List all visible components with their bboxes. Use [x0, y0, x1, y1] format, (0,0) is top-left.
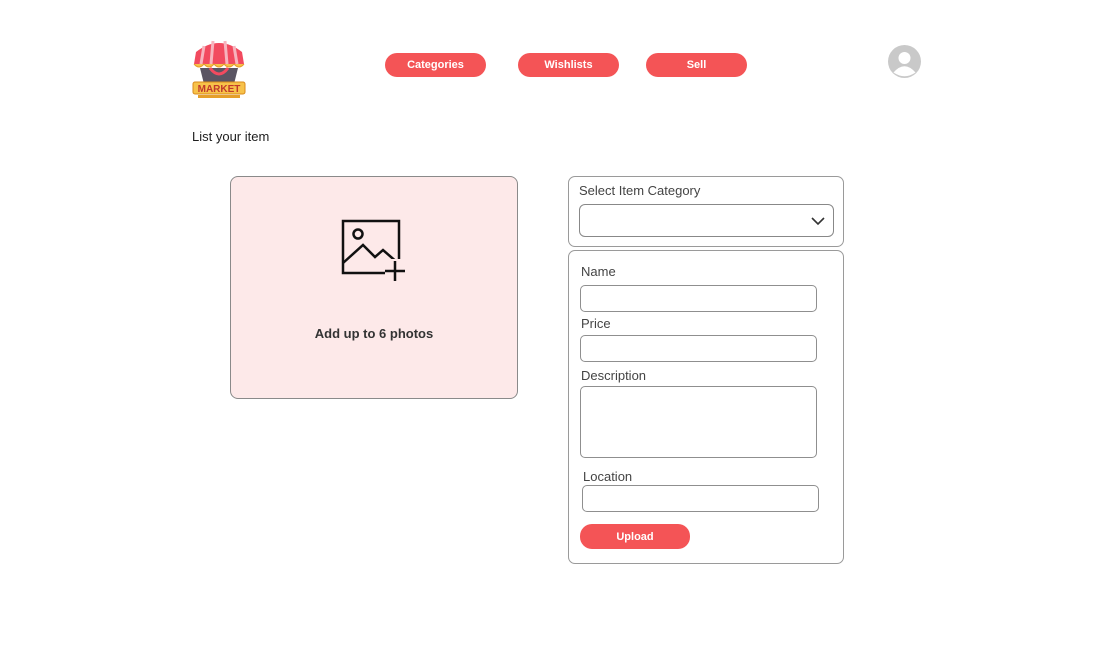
upload-button[interactable]: Upload — [580, 524, 690, 549]
chevron-down-icon — [811, 217, 825, 226]
category-label: Select Item Category — [579, 183, 701, 198]
add-image-icon — [341, 219, 407, 281]
photo-upload-label: Add up to 6 photos — [314, 326, 434, 341]
location-input[interactable] — [582, 485, 819, 512]
item-details-form: Name Price Description Location Upload — [568, 250, 844, 564]
description-label: Description — [581, 368, 647, 383]
category-panel: Select Item Category — [568, 176, 844, 247]
price-label: Price — [581, 316, 611, 331]
description-textarea[interactable] — [580, 386, 817, 458]
category-select[interactable] — [579, 204, 834, 237]
photo-upload-area[interactable]: Add up to 6 photos — [230, 176, 518, 399]
nav-categories-button[interactable]: Categories — [385, 53, 486, 77]
nav-sell-button[interactable]: Sell — [646, 53, 747, 77]
market-logo[interactable]: MARKET — [190, 38, 248, 100]
logo-wordmark: MARKET — [198, 84, 241, 95]
user-avatar-icon[interactable] — [888, 45, 921, 78]
name-input[interactable] — [580, 285, 817, 312]
page-title: List your item — [192, 129, 270, 144]
nav-wishlists-button[interactable]: Wishlists — [518, 53, 619, 77]
name-label: Name — [581, 264, 616, 279]
price-input[interactable] — [580, 335, 817, 362]
location-label: Location — [583, 469, 633, 484]
